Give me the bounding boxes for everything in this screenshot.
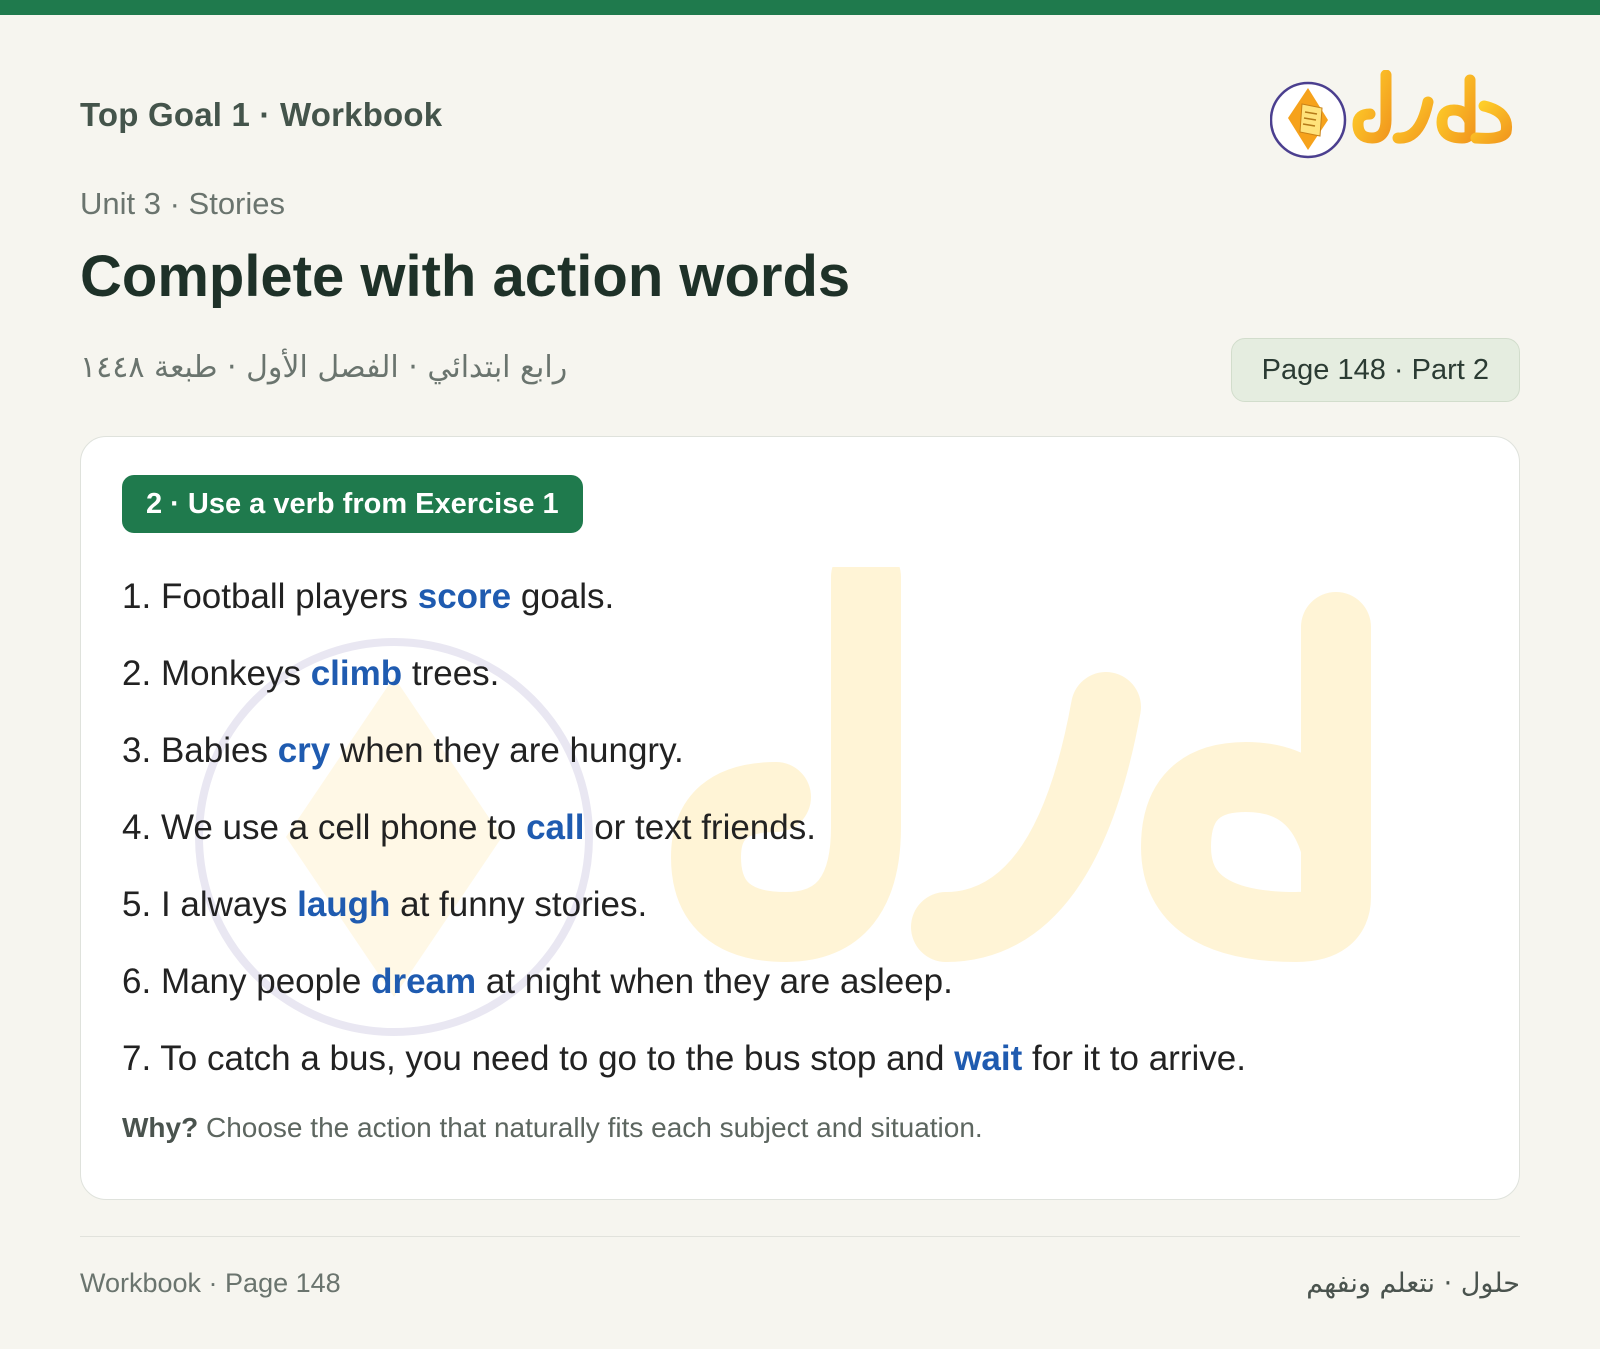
sentence-item: 7. To catch a bus, you need to go to the… xyxy=(122,1039,1246,1116)
sentence-text: Many people xyxy=(160,962,372,1001)
answer-word: cry xyxy=(277,731,331,770)
sentence-text: Football players xyxy=(160,577,418,616)
top-accent-bar xyxy=(0,0,1600,15)
logo-wordmark xyxy=(1352,70,1513,144)
hulool-logo xyxy=(1270,70,1513,159)
item-number: 3. xyxy=(122,731,152,770)
sentence-text: at funny stories. xyxy=(390,885,648,924)
sentence-text: Babies xyxy=(160,731,278,770)
unit-label: Unit 3 · Stories xyxy=(80,186,286,221)
sentence-item: 3. Babies cry when they are hungry. xyxy=(122,731,1246,808)
sentence-text: at night when they are asleep. xyxy=(476,962,953,1001)
item-number: 4. xyxy=(122,808,152,847)
page-part-badge: Page 148 · Part 2 xyxy=(1230,338,1520,402)
sentence-item: 5. I always laugh at funny stories. xyxy=(122,885,1246,962)
footer-divider xyxy=(80,1236,1520,1237)
sentence-text: Monkeys xyxy=(160,654,311,693)
item-number: 1. xyxy=(122,577,152,616)
sentence-text: when they are hungry. xyxy=(330,731,684,770)
sentence-text: for it to arrive. xyxy=(1022,1039,1246,1078)
sentence-text: To catch a bus, you need to go to the bu… xyxy=(160,1039,955,1078)
sentence-item: 6. Many people dream at night when they … xyxy=(122,962,1246,1039)
why-label: Why? xyxy=(122,1112,199,1143)
exercise-header-badge: 2 · Use a verb from Exercise 1 xyxy=(122,475,583,533)
sentence-text: trees. xyxy=(402,654,500,693)
item-number: 6. xyxy=(122,962,152,1001)
answer-word: dream xyxy=(371,962,477,1001)
answer-word: score xyxy=(417,577,512,616)
answer-word: wait xyxy=(954,1039,1023,1078)
sentence-text: goals. xyxy=(511,577,615,616)
item-number: 2. xyxy=(122,654,152,693)
item-number: 5. xyxy=(122,885,152,924)
sentence-text: I always xyxy=(160,885,298,924)
why-text: Choose the action that naturally fits ea… xyxy=(198,1112,983,1143)
footer-page-label: Workbook · Page 148 xyxy=(80,1268,341,1298)
arabic-grade-info: رابع ابتدائي · الفصل الأول · طبعة ١٤٤٨ xyxy=(80,350,568,385)
answer-word: call xyxy=(526,808,585,847)
answer-word: climb xyxy=(310,654,403,693)
book-title: Top Goal 1 · Workbook xyxy=(80,96,443,133)
explanation-note: Why? Choose the action that naturally fi… xyxy=(122,1112,983,1144)
answer-word: laugh xyxy=(297,885,391,924)
footer-brand-tagline: حلول · نتعلم ونفهم xyxy=(1306,1268,1520,1299)
sentence-item: 1. Football players score goals. xyxy=(122,577,1246,654)
sentence-item: 4. We use a cell phone to call or text f… xyxy=(122,808,1246,885)
sentence-text: or text friends. xyxy=(584,808,816,847)
page-title: Complete with action words xyxy=(80,244,851,309)
sentence-text: We use a cell phone to xyxy=(160,808,527,847)
item-number: 7. xyxy=(122,1039,152,1078)
sentence-item: 2. Monkeys climb trees. xyxy=(122,654,1246,731)
exercise-card: 2 · Use a verb from Exercise 1 1. Footba… xyxy=(80,436,1520,1200)
sentence-list: 1. Football players score goals. 2. Monk… xyxy=(122,577,1246,1116)
